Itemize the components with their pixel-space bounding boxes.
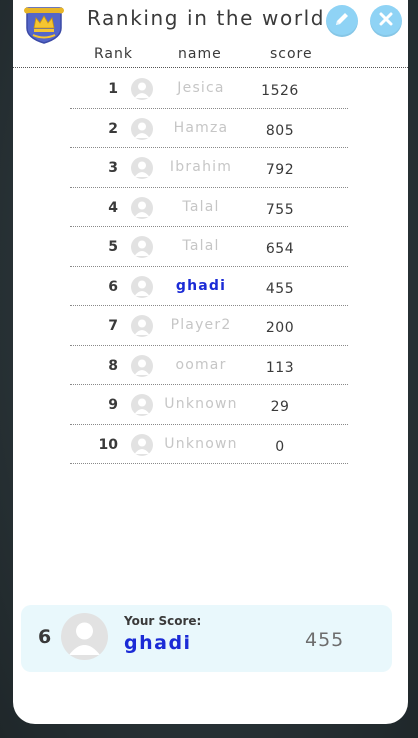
row-score: 805	[265, 122, 295, 139]
row-rank: 7	[108, 318, 118, 334]
your-rank: 6	[38, 626, 52, 648]
row-player-name: Talal	[182, 238, 220, 254]
row-score: 755	[265, 201, 295, 218]
table-row: 8 oomar 113	[0, 346, 418, 386]
your-score-card: 6 Your Score: ghadi 455	[21, 605, 392, 672]
table-row: 5 Talal 654	[0, 227, 418, 267]
row-score: 29	[270, 399, 290, 415]
ranking-list: 1 Jesica 1526 2 Hamza 805 3 Ibrahim 792 4 Talal 755…	[0, 69, 418, 464]
crown-shield-icon	[24, 4, 64, 44]
table-row: 9 Unknown 29	[0, 385, 418, 425]
user-avatar-icon	[131, 394, 153, 416]
header: Ranking in the world	[0, 0, 418, 44]
row-rank: 5	[108, 239, 118, 255]
row-rank: 2	[108, 120, 118, 137]
user-avatar-icon	[131, 433, 153, 456]
table-row: 1 Jesica 1526	[0, 69, 418, 109]
row-player-name: Jesica	[177, 80, 225, 96]
table-row: 7 Player2 200	[0, 306, 418, 346]
table-row: 4 Talal 755	[0, 188, 418, 228]
row-player-name: Ibrahim	[169, 159, 233, 175]
column-header-rank: Rank	[94, 46, 133, 62]
row-player-name: Unknown	[164, 435, 238, 452]
your-name: ghadi	[124, 632, 192, 654]
row-rank: 8	[108, 357, 118, 374]
user-avatar-icon	[131, 196, 153, 219]
row-rank: 1	[108, 81, 118, 97]
row-score: 654	[265, 241, 295, 257]
row-score: 0	[275, 438, 285, 455]
page-title: Ranking in the world	[87, 6, 326, 30]
table-row: 6 ghadi 455	[0, 267, 418, 307]
user-avatar-icon	[131, 117, 153, 140]
edit-button[interactable]	[326, 5, 358, 37]
table-row: 10 Unknown 0	[0, 425, 418, 465]
row-rank: 3	[108, 160, 118, 176]
your-score-value: 455	[305, 629, 345, 651]
column-header-score: score	[270, 46, 313, 62]
user-avatar-icon	[61, 613, 108, 660]
header-divider	[13, 67, 408, 68]
pencil-icon	[333, 10, 351, 32]
row-rank: 9	[108, 397, 118, 413]
row-score: 455	[265, 280, 295, 297]
row-player-name: oomar	[175, 356, 227, 373]
user-avatar-icon	[131, 315, 153, 337]
close-button[interactable]	[370, 5, 402, 37]
your-score-label: Your Score:	[124, 614, 202, 628]
row-player-name: Unknown	[164, 396, 238, 412]
column-header-name: name	[178, 46, 222, 62]
row-rank: 10	[98, 436, 118, 453]
row-score: 1526	[261, 83, 299, 99]
user-avatar-icon	[131, 275, 153, 298]
row-player-name: Hamza	[173, 119, 229, 136]
table-row: 3 Ibrahim 792	[0, 148, 418, 188]
row-player-name: Talal	[182, 198, 220, 215]
row-player-name: Player2	[170, 317, 232, 333]
close-icon	[378, 11, 394, 31]
user-avatar-icon	[131, 354, 153, 377]
row-rank: 6	[108, 278, 118, 295]
table-row: 2 Hamza 805	[0, 109, 418, 149]
row-player-name: ghadi	[175, 277, 227, 294]
user-avatar-icon	[131, 157, 153, 179]
row-rank: 4	[108, 199, 118, 216]
user-avatar-icon	[131, 78, 153, 100]
row-score: 113	[265, 359, 295, 376]
user-avatar-icon	[131, 236, 153, 258]
row-score: 200	[265, 320, 295, 336]
row-score: 792	[265, 162, 295, 178]
